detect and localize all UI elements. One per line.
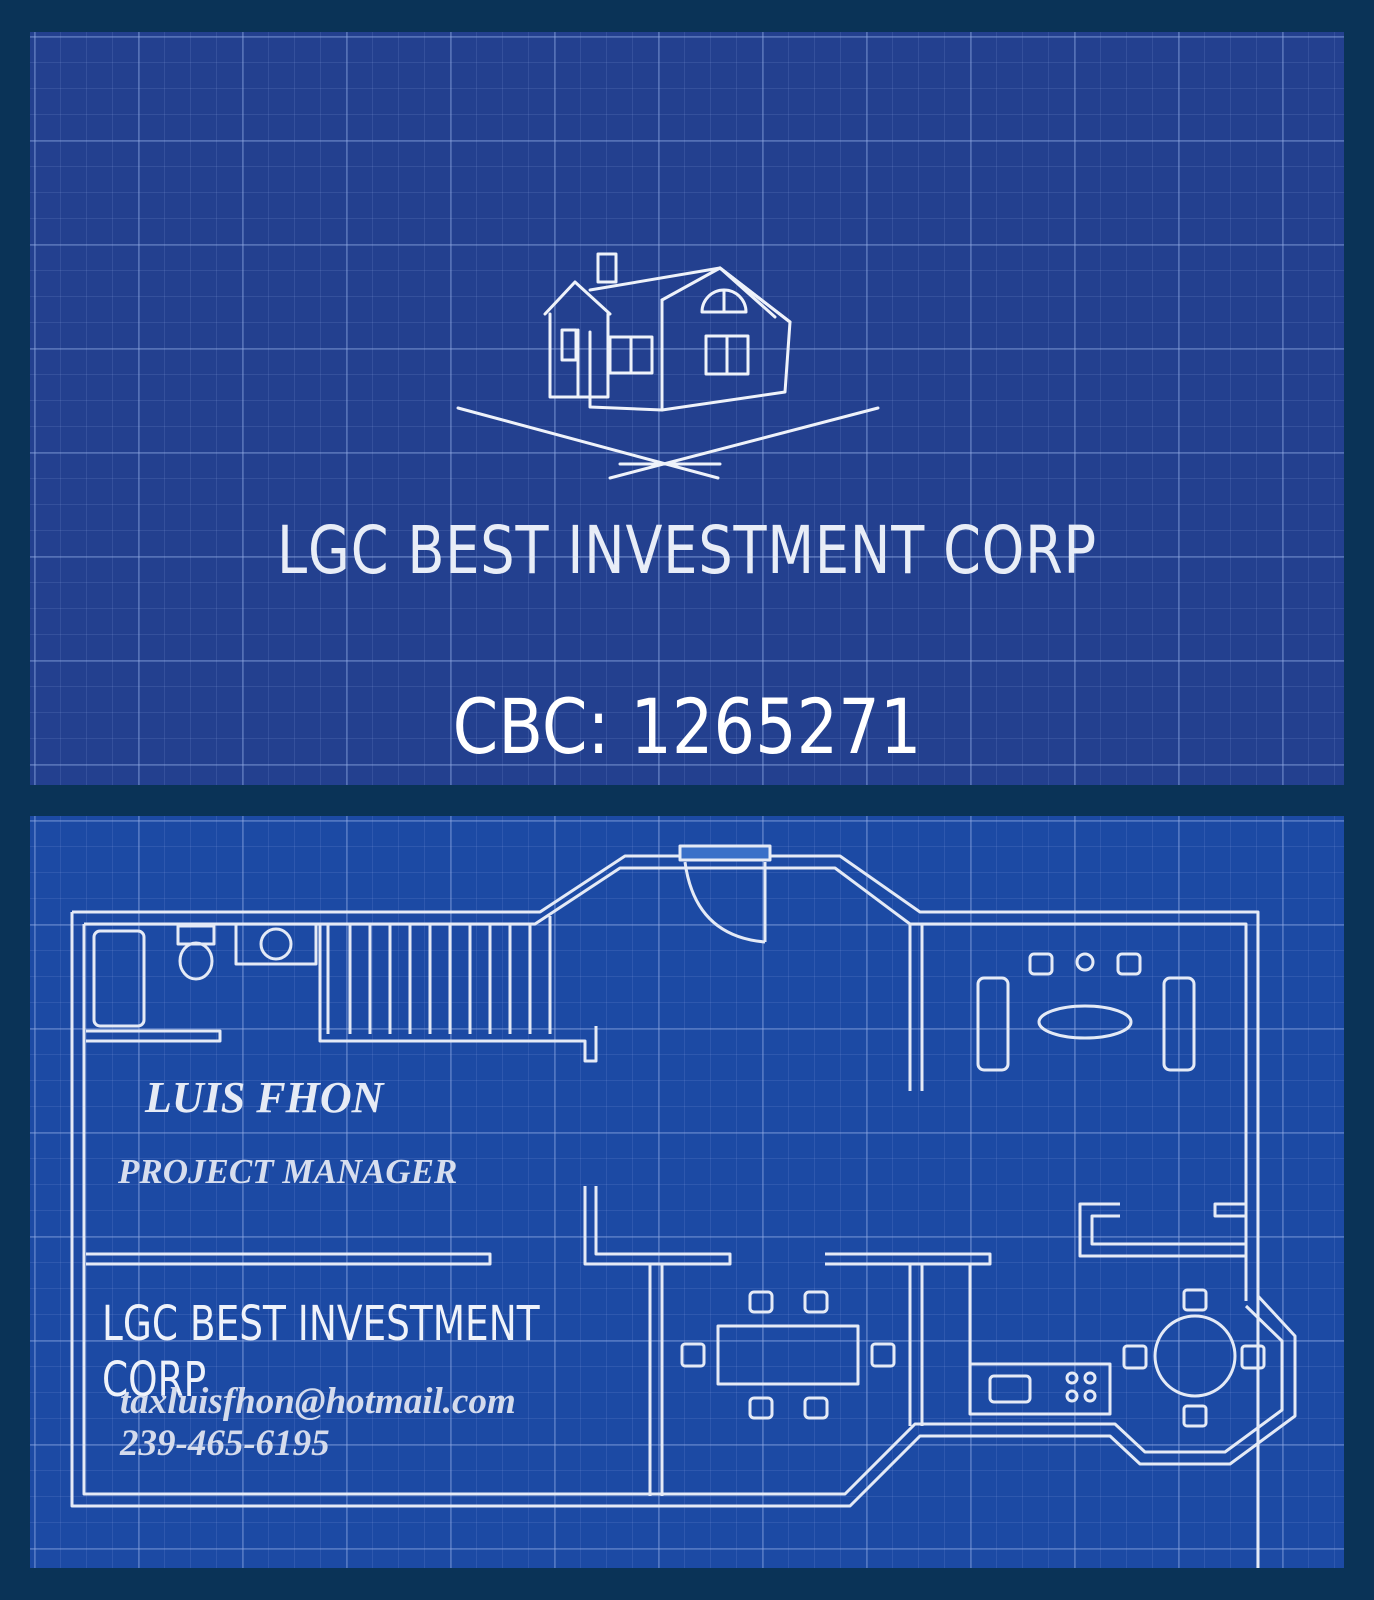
business-card-back: LUIS FHON PROJECT MANAGER LGC BEST INVES…	[30, 816, 1344, 1568]
job-title: PROJECT MANAGER	[118, 1152, 458, 1191]
license-number: CBC: 1265271	[452, 682, 922, 771]
email-address[interactable]: taxluisfhon@hotmail.com	[120, 1380, 516, 1423]
company-name: LGC BEST INVESTMENT CORP	[276, 512, 1098, 589]
phone-number[interactable]: 239-465-6195	[120, 1422, 330, 1465]
business-card-front: LGC BEST INVESTMENT CORP CBC: 1265271	[30, 32, 1344, 785]
person-name: LUIS FHON	[145, 1073, 384, 1122]
house-logo	[456, 252, 880, 480]
